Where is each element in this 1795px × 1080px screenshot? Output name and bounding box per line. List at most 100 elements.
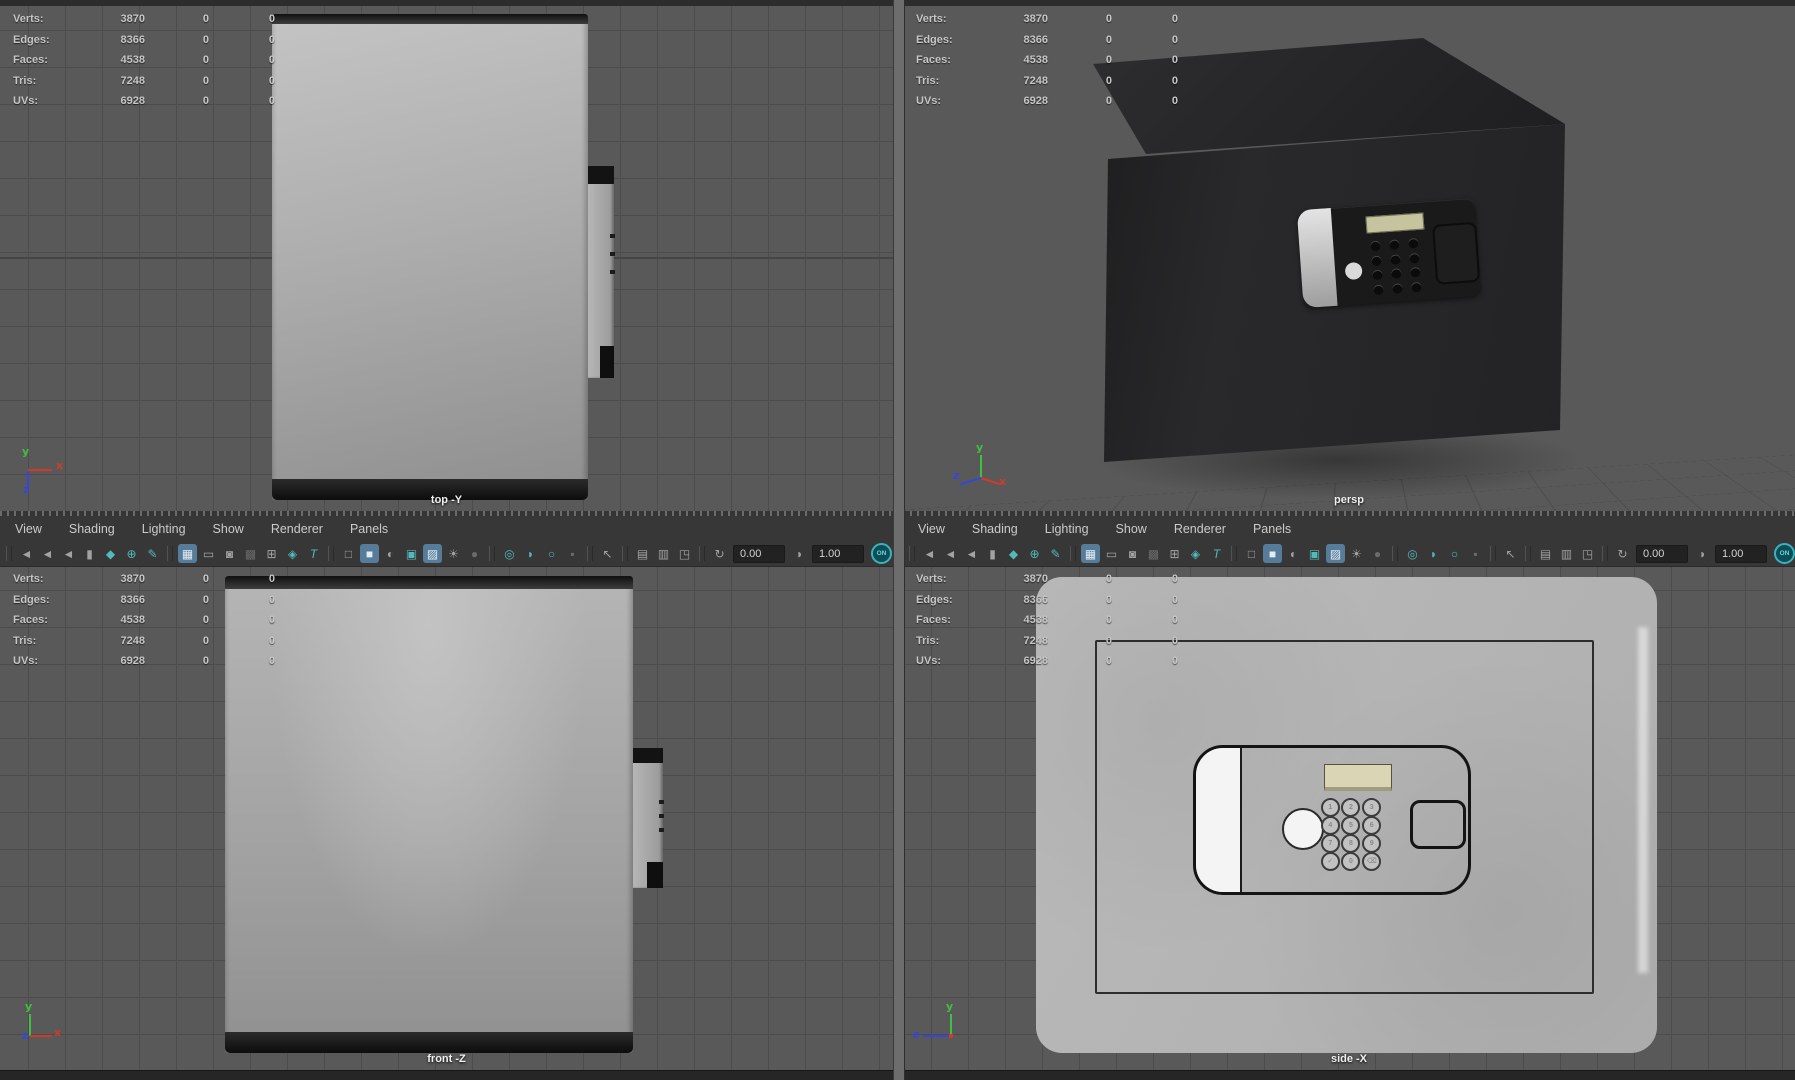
use-all-lights-icon[interactable]: ☀: [1347, 544, 1366, 563]
depth-of-field-icon[interactable]: ▪: [1466, 544, 1485, 563]
menu-item[interactable]: Lighting: [142, 522, 186, 536]
viewport-side[interactable]: Verts: 3870 0 0 Edges: 8366 0 0 Faces: 4…: [903, 566, 1795, 1070]
toolbar-grip[interactable]: [1231, 546, 1237, 561]
camera-attributes-icon[interactable]: ◄: [59, 544, 78, 563]
safe-title-icon[interactable]: T: [304, 544, 323, 563]
image-plane-icon[interactable]: ◆: [1004, 544, 1023, 563]
safe-model-top-view[interactable]: [272, 14, 615, 500]
color-management-toggle[interactable]: ON: [1774, 543, 1795, 564]
menu-item[interactable]: Lighting: [1045, 522, 1089, 536]
toolbar-grip[interactable]: [587, 546, 593, 561]
contrast-icon[interactable]: ◑: [789, 544, 808, 563]
xray-icon[interactable]: ▤: [633, 544, 652, 563]
vertical-pane-splitter[interactable]: [893, 0, 905, 1080]
isolate-select-icon[interactable]: ↖: [598, 544, 617, 563]
menu-item[interactable]: Show: [1116, 522, 1147, 536]
grease-pencil-icon[interactable]: ✎: [143, 544, 162, 563]
gamma-field[interactable]: 1.00: [1715, 544, 1767, 563]
depth-of-field-icon[interactable]: ▪: [563, 544, 582, 563]
wireframe-on-shaded-icon[interactable]: ▣: [1305, 544, 1324, 563]
viewport-front[interactable]: Verts: 3870 0 0 Edges: 8366 0 0 Faces: 4…: [0, 566, 893, 1070]
anti-aliasing-icon[interactable]: ○: [1445, 544, 1464, 563]
viewport-persp[interactable]: Verts: 3870 0 0 Edges: 8366 0 0 Faces: 4…: [903, 6, 1795, 511]
toolbar-grip[interactable]: [699, 546, 705, 561]
exposure-icon[interactable]: ↻: [710, 544, 729, 563]
toolbar-grip[interactable]: [1070, 546, 1076, 561]
ambient-occlusion-icon[interactable]: ◎: [1403, 544, 1422, 563]
toolbar-grip[interactable]: [1490, 546, 1496, 561]
textured-icon[interactable]: ▨: [423, 544, 442, 563]
pan-zoom-icon[interactable]: ⊕: [1025, 544, 1044, 563]
isolate-select-icon[interactable]: ↖: [1501, 544, 1520, 563]
motion-blur-icon[interactable]: ◗: [1424, 544, 1443, 563]
exposure-field[interactable]: 0.00: [733, 544, 785, 563]
shadows-icon[interactable]: ●: [1368, 544, 1387, 563]
color-management-toggle[interactable]: ON: [871, 543, 892, 564]
bookmarks-icon[interactable]: ▮: [983, 544, 1002, 563]
region-capture-icon[interactable]: ◳: [1578, 544, 1597, 563]
wireframe-icon[interactable]: □: [339, 544, 358, 563]
gate-mask-icon[interactable]: ▩: [241, 544, 260, 563]
pan-zoom-icon[interactable]: ⊕: [122, 544, 141, 563]
bookmarks-icon[interactable]: ▮: [80, 544, 99, 563]
motion-blur-icon[interactable]: ◗: [521, 544, 540, 563]
menu-item[interactable]: Panels: [1253, 522, 1291, 536]
menu-item[interactable]: Shading: [69, 522, 115, 536]
menu-item[interactable]: View: [918, 522, 945, 536]
exposure-field[interactable]: 0.00: [1636, 544, 1688, 563]
toolbar-grip[interactable]: [167, 546, 173, 561]
lock-camera-icon[interactable]: ◄: [941, 544, 960, 563]
field-chart-icon[interactable]: ⊞: [1165, 544, 1184, 563]
xray-joints-icon[interactable]: ▥: [1557, 544, 1576, 563]
contrast-icon[interactable]: ◑: [1692, 544, 1711, 563]
viewport-top[interactable]: Verts: 3870 0 0 Edges: 8366 0 0 Faces: 4…: [0, 6, 893, 511]
gate-mask-icon[interactable]: ▩: [1144, 544, 1163, 563]
safe-action-icon[interactable]: ◈: [1186, 544, 1205, 563]
toolbar-grip[interactable]: [909, 546, 915, 561]
menu-item[interactable]: Renderer: [271, 522, 323, 536]
shadows-icon[interactable]: ●: [465, 544, 484, 563]
default-material-icon[interactable]: ◐: [381, 544, 400, 563]
wireframe-on-shaded-icon[interactable]: ▣: [402, 544, 421, 563]
safe-action-icon[interactable]: ◈: [283, 544, 302, 563]
ambient-occlusion-icon[interactable]: ◎: [500, 544, 519, 563]
menu-item[interactable]: Show: [213, 522, 244, 536]
menu-item[interactable]: Panels: [350, 522, 388, 536]
grid-icon[interactable]: ▦: [1081, 544, 1100, 563]
resolution-gate-icon[interactable]: ◙: [1123, 544, 1142, 563]
grease-pencil-icon[interactable]: ✎: [1046, 544, 1065, 563]
xray-joints-icon[interactable]: ▥: [654, 544, 673, 563]
toolbar-grip[interactable]: [1602, 546, 1608, 561]
smooth-shade-all-icon[interactable]: ■: [1263, 544, 1282, 563]
textured-icon[interactable]: ▨: [1326, 544, 1345, 563]
grid-icon[interactable]: ▦: [178, 544, 197, 563]
image-plane-icon[interactable]: ◆: [101, 544, 120, 563]
exposure-icon[interactable]: ↻: [1613, 544, 1632, 563]
use-all-lights-icon[interactable]: ☀: [444, 544, 463, 563]
lock-camera-icon[interactable]: ◄: [38, 544, 57, 563]
camera-attributes-icon[interactable]: ◄: [962, 544, 981, 563]
menu-item[interactable]: View: [15, 522, 42, 536]
select-camera-icon[interactable]: ◄: [17, 544, 36, 563]
xray-icon[interactable]: ▤: [1536, 544, 1555, 563]
smooth-shade-all-icon[interactable]: ■: [360, 544, 379, 563]
toolbar-grip[interactable]: [6, 546, 12, 561]
film-gate-icon[interactable]: ▭: [199, 544, 218, 563]
gamma-field[interactable]: 1.00: [812, 544, 864, 563]
toolbar-grip[interactable]: [1525, 546, 1531, 561]
menu-item[interactable]: Renderer: [1174, 522, 1226, 536]
select-camera-icon[interactable]: ◄: [920, 544, 939, 563]
region-capture-icon[interactable]: ◳: [675, 544, 694, 563]
safe-title-icon[interactable]: T: [1207, 544, 1226, 563]
menu-item[interactable]: Shading: [972, 522, 1018, 536]
default-material-icon[interactable]: ◐: [1284, 544, 1303, 563]
anti-aliasing-icon[interactable]: ○: [542, 544, 561, 563]
wireframe-icon[interactable]: □: [1242, 544, 1261, 563]
resolution-gate-icon[interactable]: ◙: [220, 544, 239, 563]
field-chart-icon[interactable]: ⊞: [262, 544, 281, 563]
toolbar-grip[interactable]: [328, 546, 334, 561]
toolbar-grip[interactable]: [622, 546, 628, 561]
safe-model-front-view[interactable]: [225, 576, 664, 1053]
toolbar-grip[interactable]: [489, 546, 495, 561]
toolbar-grip[interactable]: [1392, 546, 1398, 561]
